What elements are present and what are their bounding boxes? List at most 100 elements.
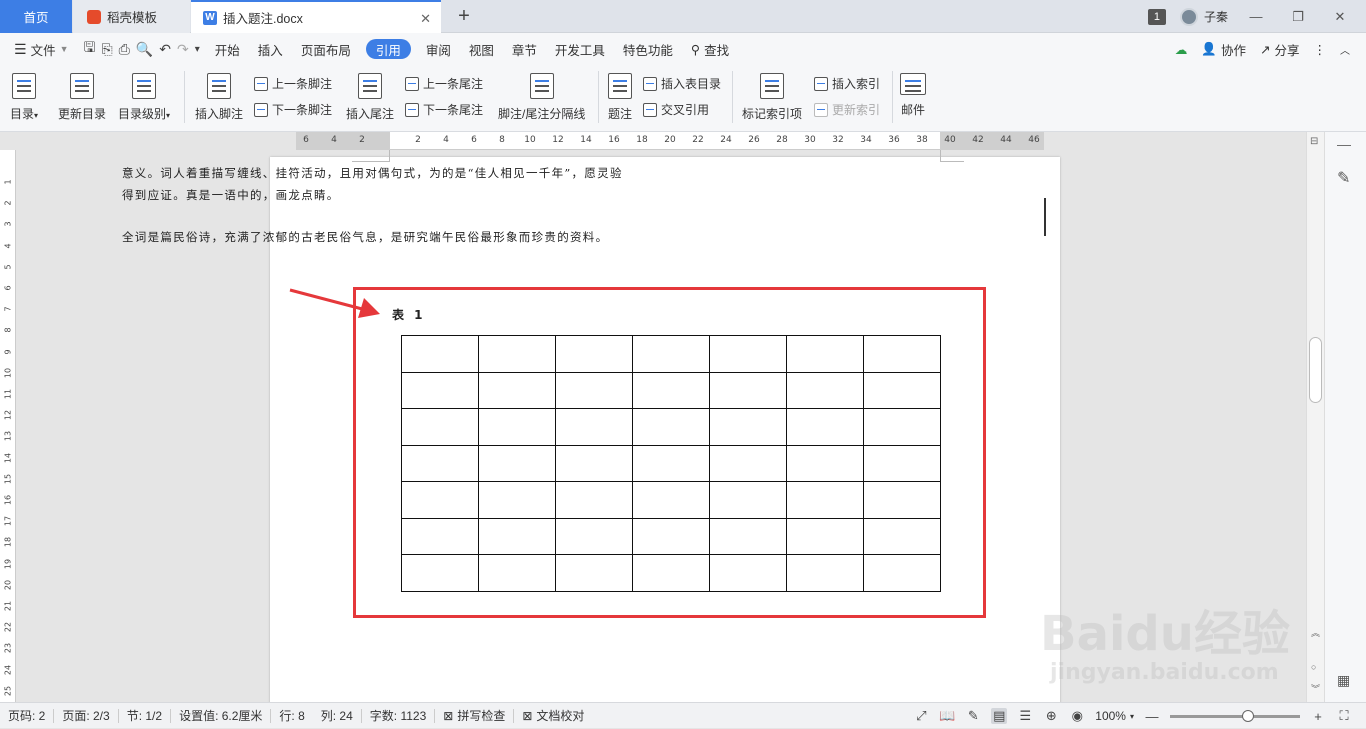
table-cell[interactable] xyxy=(555,371,633,409)
mark-index-button[interactable]: 标记索引项 xyxy=(742,73,802,122)
fit-window-icon[interactable]: ⛶ xyxy=(1336,708,1352,724)
search-button[interactable]: ⚲ 查找 xyxy=(682,33,738,65)
insert-table-toc-button[interactable]: 插入表目录 xyxy=(643,75,721,92)
table-cell[interactable] xyxy=(709,408,787,446)
page-view-icon[interactable]: ▤ xyxy=(991,708,1008,724)
table-cell[interactable] xyxy=(863,408,941,446)
table-cell[interactable] xyxy=(863,335,941,373)
collaborate-button[interactable]: 👤 协作 xyxy=(1201,40,1246,59)
table-cell[interactable] xyxy=(555,517,633,555)
table-cell[interactable] xyxy=(555,408,633,446)
scrollbar-thumb[interactable] xyxy=(1309,337,1322,403)
zoom-slider[interactable] xyxy=(1170,709,1300,722)
zoom-level[interactable]: 100% ▾ xyxy=(1095,709,1134,723)
scroll-settings-icon[interactable]: ⊟ xyxy=(1310,136,1318,147)
table-cell[interactable] xyxy=(709,481,787,519)
zoom-out-icon[interactable]: — xyxy=(1144,708,1160,724)
table-cell[interactable] xyxy=(478,335,556,373)
table-cell[interactable] xyxy=(478,554,556,592)
prev-footnote-button[interactable]: 上一条脚注 xyxy=(254,75,332,92)
table-cell[interactable] xyxy=(863,481,941,519)
new-tab-button[interactable]: + xyxy=(452,0,476,33)
minimize-icon[interactable]: — xyxy=(1242,9,1270,24)
collapse-ribbon-icon[interactable]: ︿ xyxy=(1340,42,1350,57)
tab-insert[interactable]: 插入 xyxy=(249,33,292,65)
close-icon[interactable]: ✕ xyxy=(420,11,431,27)
table-cell[interactable] xyxy=(786,408,864,446)
status-section[interactable]: 节: 1/2 xyxy=(119,707,170,724)
table-cell[interactable] xyxy=(786,554,864,592)
table-cell[interactable] xyxy=(863,517,941,555)
pen-mode-icon[interactable]: ✎ xyxy=(965,708,981,724)
user-account[interactable]: 子秦 xyxy=(1179,7,1228,26)
table-cell[interactable] xyxy=(632,517,710,555)
save-icon[interactable]: 🖫 xyxy=(84,37,96,61)
table-cell[interactable] xyxy=(401,517,479,555)
restore-icon[interactable]: ❐ xyxy=(1284,9,1312,25)
update-toc-button[interactable]: 更新目录 xyxy=(58,73,106,122)
tab-developer[interactable]: 开发工具 xyxy=(546,33,614,65)
table-cell[interactable] xyxy=(401,554,479,592)
cross-reference-button[interactable]: 交叉引用 xyxy=(643,101,709,118)
update-index-button[interactable]: 更新索引 xyxy=(814,101,880,118)
table-cell[interactable] xyxy=(632,371,710,409)
table-cell[interactable] xyxy=(786,371,864,409)
caption-button[interactable]: 题注 xyxy=(608,73,632,122)
table-cell[interactable] xyxy=(401,335,479,373)
table-cell[interactable] xyxy=(709,335,787,373)
table-cell[interactable] xyxy=(632,335,710,373)
table-cell[interactable] xyxy=(632,444,710,482)
table-cell[interactable] xyxy=(478,481,556,519)
status-row[interactable]: 行: 8 xyxy=(271,707,312,724)
panel-collapse-icon[interactable]: — xyxy=(1337,136,1351,152)
web-view-icon[interactable]: ⊕ xyxy=(1043,708,1059,724)
insert-index-button[interactable]: 插入索引 xyxy=(814,75,880,92)
tab-review[interactable]: 审阅 xyxy=(417,33,460,65)
table-cell[interactable] xyxy=(401,371,479,409)
zoom-in-icon[interactable]: + xyxy=(1310,708,1326,724)
table-cell[interactable] xyxy=(632,408,710,446)
share-button[interactable]: ↗ 分享 xyxy=(1260,40,1300,59)
file-menu[interactable]: ☰ 文件 ▼ xyxy=(0,33,78,65)
print-icon[interactable]: ⎙ xyxy=(119,41,130,58)
window-count-badge[interactable]: 1 xyxy=(1147,8,1166,25)
table-cell[interactable] xyxy=(478,371,556,409)
table-caption[interactable]: 表 1 xyxy=(392,306,426,323)
more-icon[interactable]: ⋮ xyxy=(1314,42,1327,57)
status-pages[interactable]: 页面: 2/3 xyxy=(54,707,117,724)
tab-home[interactable]: 首页 xyxy=(0,0,72,33)
table-cell[interactable] xyxy=(863,444,941,482)
undo-icon[interactable]: ↶ xyxy=(159,41,171,58)
outline-view-icon[interactable]: ☰ xyxy=(1017,708,1033,724)
table-cell[interactable] xyxy=(863,554,941,592)
table-cell[interactable] xyxy=(632,481,710,519)
fullscreen-icon[interactable]: ⤢ xyxy=(913,708,929,724)
table-cell[interactable] xyxy=(555,554,633,592)
prev-endnote-button[interactable]: 上一条尾注 xyxy=(405,75,483,92)
table-cell[interactable] xyxy=(709,444,787,482)
eye-protection-icon[interactable]: ◉ xyxy=(1069,708,1085,724)
mail-button[interactable]: 邮件 xyxy=(900,73,926,118)
tab-section[interactable]: 章节 xyxy=(503,33,546,65)
vertical-ruler[interactable]: 1 2 3 4 5 6 7 8 9 10 11 12 13 14 15 16 17 18 19 20 21 22 23 24 2… xyxy=(0,150,16,702)
spell-check-button[interactable]: ⊠ 拼写检查 xyxy=(435,707,513,724)
paragraph-line[interactable]: 得到应证。真是一语中的，画龙点睛。 xyxy=(122,187,340,203)
zoom-slider-knob[interactable] xyxy=(1241,709,1254,722)
tab-start[interactable]: 开始 xyxy=(206,33,249,65)
redo-icon[interactable]: ↷ xyxy=(177,41,189,58)
tab-references[interactable]: 引用 xyxy=(365,39,411,59)
table-cell[interactable] xyxy=(478,517,556,555)
paragraph-line[interactable]: 全词是篇民俗诗，充满了浓郁的古老民俗气息，是研究端午民俗最形象而珍贵的资料。 xyxy=(122,229,608,245)
status-words[interactable]: 字数: 1123 xyxy=(362,707,434,724)
table-cell[interactable] xyxy=(401,408,479,446)
table-cell[interactable] xyxy=(555,335,633,373)
table-cell[interactable] xyxy=(555,444,633,482)
status-col[interactable]: 列: 24 xyxy=(313,707,361,724)
customize-icon[interactable]: ▾ xyxy=(195,44,200,55)
proofread-button[interactable]: ⊠ 文档校对 xyxy=(514,707,592,724)
table-cell[interactable] xyxy=(786,517,864,555)
table-cell[interactable] xyxy=(709,554,787,592)
status-page[interactable]: 页码: 2 xyxy=(0,707,53,724)
horizontal-ruler[interactable]: 6 4 2 2 4 6 8 10 12 14 16 18 20 22 24 26 28 30 32 34 36 38 40 4… xyxy=(0,132,1366,150)
cloud-sync-icon[interactable]: ☁ xyxy=(1175,42,1188,57)
